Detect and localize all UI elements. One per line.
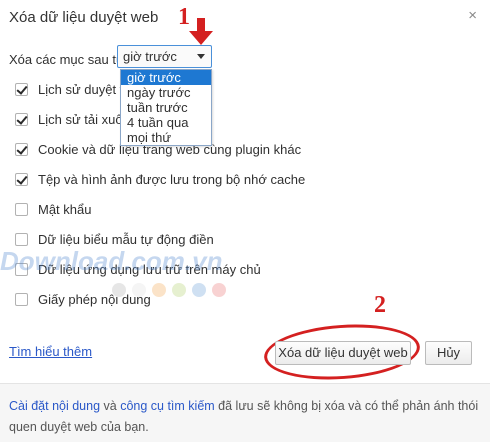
period-option[interactable]: giờ trước (121, 70, 211, 85)
option-cache[interactable]: Tệp và hình ảnh được lưu trong bộ nhớ ca… (15, 170, 305, 188)
clear-browsing-data-button[interactable]: Xóa dữ liệu duyệt web (275, 341, 411, 365)
checkbox[interactable] (15, 232, 28, 246)
period-option[interactable]: tuần trước (121, 100, 211, 115)
option-download-history[interactable]: Lịch sử tải xuống (15, 110, 137, 128)
dialog-title: Xóa dữ liệu duyệt web (9, 9, 159, 26)
chevron-down-icon (197, 54, 205, 59)
period-option[interactable]: mọi thứ (121, 130, 211, 145)
close-icon[interactable]: × (468, 7, 477, 24)
step-number-2: 2 (374, 292, 386, 318)
option-label: Dữ liệu biểu mẫu tự động điền (38, 231, 214, 247)
search-engines-link[interactable]: công cụ tìm kiếm (120, 399, 214, 413)
watermark-dot (152, 283, 166, 297)
option-label: Mật khẩu (38, 201, 92, 217)
option-label: Tệp và hình ảnh được lưu trong bộ nhớ ca… (38, 171, 306, 187)
checkbox[interactable] (15, 292, 28, 306)
checkbox[interactable] (15, 202, 28, 216)
cancel-button[interactable]: Hủy (425, 341, 472, 365)
period-option[interactable]: 4 tuần qua (121, 115, 211, 130)
period-select-value: giờ trước (123, 49, 177, 64)
checkbox[interactable] (15, 112, 28, 126)
period-label: Xóa các mục sau từ: (9, 52, 129, 67)
watermark-dot (192, 283, 206, 297)
footer-text: và (100, 399, 121, 413)
watermark-dot (172, 283, 186, 297)
period-select[interactable]: giờ trước (117, 45, 212, 68)
watermark-dot (132, 283, 146, 297)
content-settings-link[interactable]: Cài đặt nội dung (9, 399, 100, 413)
watermark-dot (112, 283, 126, 297)
checkbox[interactable] (15, 172, 28, 186)
period-option[interactable]: ngày trước (121, 85, 211, 100)
checkbox[interactable] (15, 142, 28, 156)
watermark-dots (112, 283, 226, 297)
footer-note: Cài đặt nội dung và công cụ tìm kiếm đã … (0, 383, 490, 442)
red-arrow-icon (189, 18, 213, 45)
watermark-logo: Download.com.vn (0, 246, 223, 276)
watermark-dot (212, 283, 226, 297)
option-passwords[interactable]: Mật khẩu (15, 200, 91, 218)
checkbox[interactable] (15, 82, 28, 96)
learn-more-link[interactable]: Tìm hiểu thêm (9, 344, 92, 359)
period-dropdown: giờ trước ngày trước tuần trước 4 tuần q… (120, 69, 212, 146)
